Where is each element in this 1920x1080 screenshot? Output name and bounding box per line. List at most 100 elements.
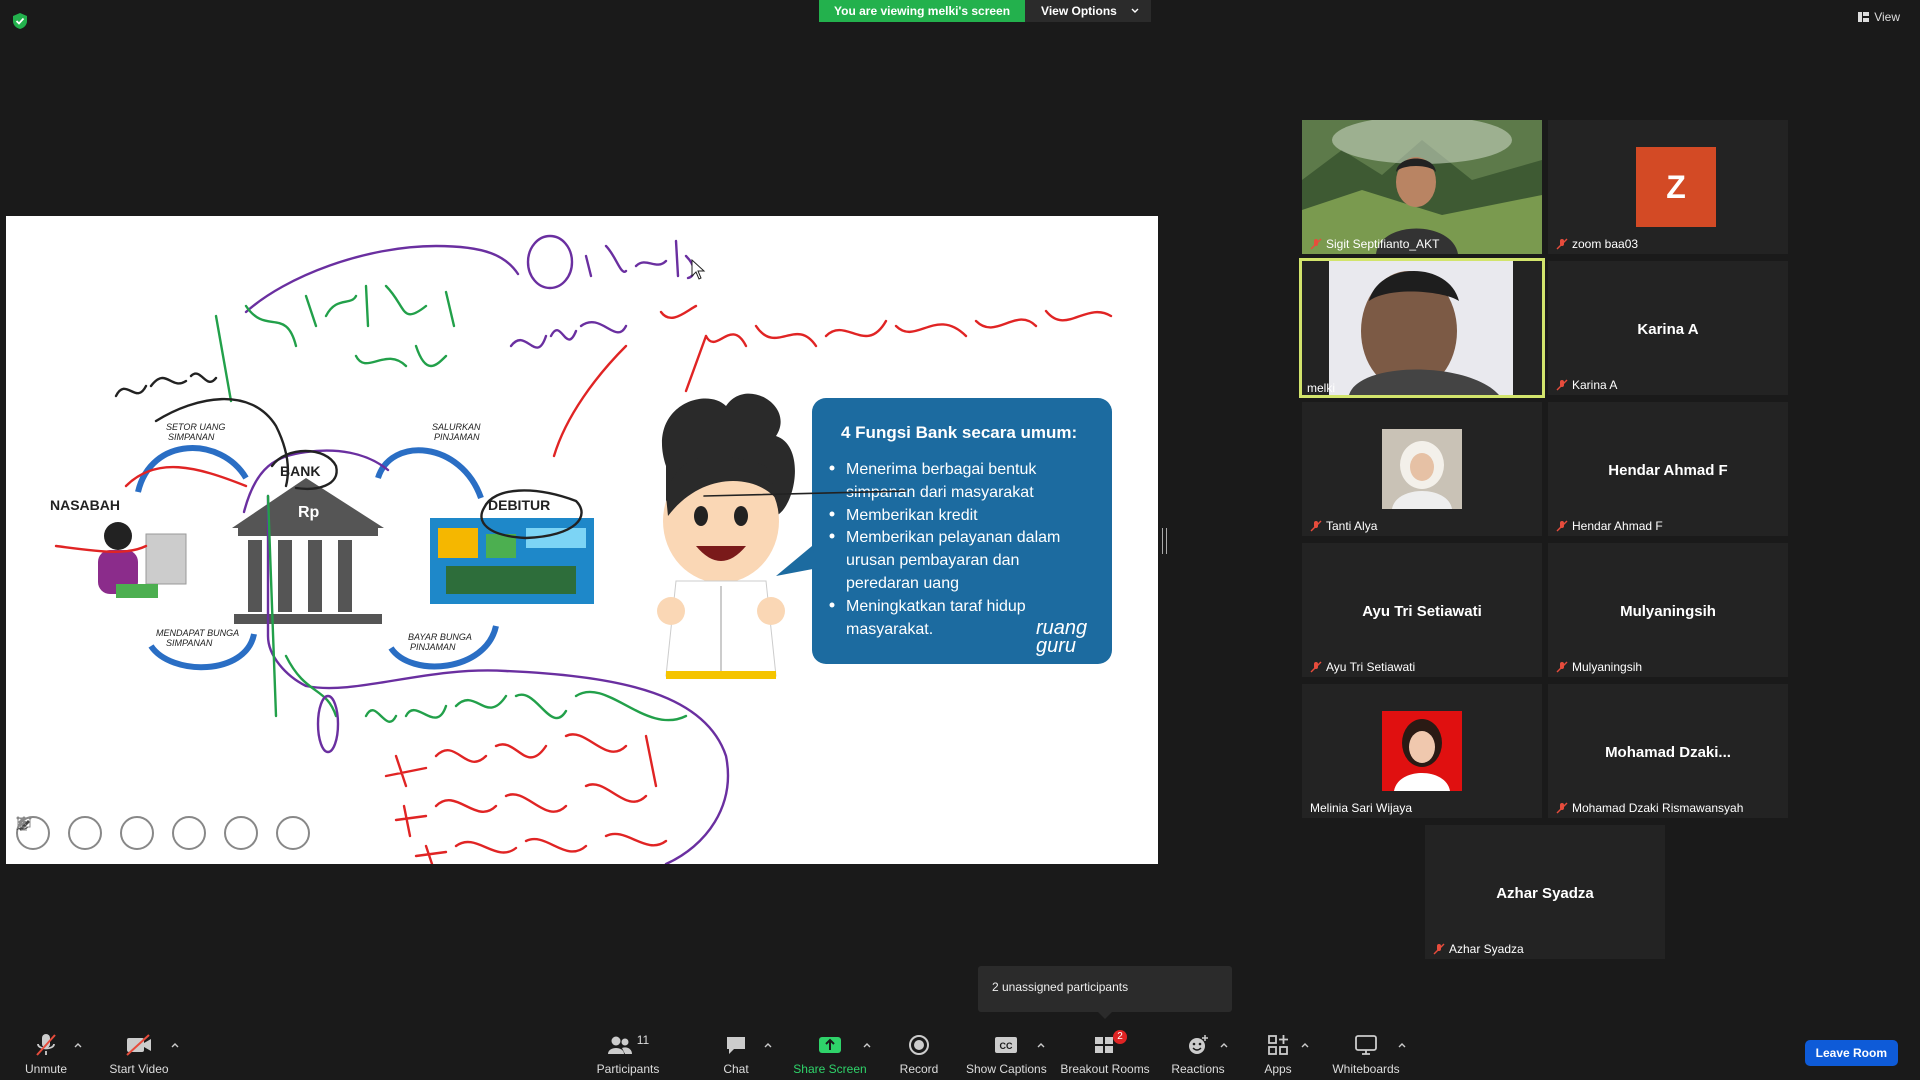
nasabah-label: NASABAH [50,497,120,513]
participant-tile-active-speaker[interactable]: melki [1299,258,1545,398]
mic-muted-icon [1433,943,1445,955]
participant-tile[interactable]: Karina A Karina A [1548,261,1788,395]
shield-icon[interactable] [12,12,28,30]
chevron-up-icon[interactable] [73,1040,83,1050]
chevron-up-icon[interactable] [1036,1040,1046,1050]
avatar: Z [1636,147,1716,227]
shared-screen[interactable]: 4 Fungsi Bank secara umum: Menerima berb… [6,216,1158,864]
video-off-icon [126,1034,151,1056]
mouse-cursor [691,258,706,280]
apps-label: Apps [1264,1062,1292,1076]
participant-tile[interactable]: Azhar Syadza Azhar Syadza [1425,825,1665,959]
mic-muted-icon [1556,661,1568,673]
profile-photo [1382,429,1462,509]
bank-building: Rp BANK [232,463,384,624]
end-show-button[interactable] [17,816,310,850]
flow-label: SIMPANAN [166,638,213,648]
participant-display-name: Azhar Syadza [1496,885,1594,902]
participant-name: Karina A [1556,378,1617,392]
participant-tile[interactable]: Melinia Sari Wijaya [1302,684,1542,818]
grid-view-icon [1858,12,1870,22]
record-button[interactable]: Record [894,1032,944,1076]
nasabah-figure [98,522,187,598]
show-captions-button[interactable]: CC Show Captions [966,1032,1047,1076]
participant-display-name: Mohamad Dzaki... [1605,744,1731,761]
debitur-illustration [430,518,594,604]
participant-tile[interactable]: Hendar Ahmad F Hendar Ahmad F [1548,402,1788,536]
flow-label: MENDAPAT BUNGA [156,628,239,638]
bullet-line: Menerima berbagai bentuk [846,461,1037,478]
participant-name-text: Azhar Syadza [1449,942,1524,956]
participant-tile[interactable]: Ayu Tri Setiawati Ayu Tri Setiawati [1302,543,1542,677]
chevron-up-icon[interactable] [1397,1040,1407,1050]
reactions-button[interactable]: Reactions [1166,1032,1230,1076]
flow-label: SETOR UANG [166,422,225,432]
participant-tile[interactable]: Tanti Alya [1302,402,1542,536]
video-feed [1302,120,1542,254]
breakout-rooms-button[interactable]: 2 Breakout Rooms [1060,1030,1150,1076]
unmute-label: Unmute [24,1062,68,1076]
closed-captions-icon: CC [995,1037,1017,1053]
participant-name: Sigit Septifianto_AKT [1310,237,1439,251]
chevron-up-icon[interactable] [862,1040,872,1050]
bullet-line: masyarakat. [846,621,933,638]
chevron-up-icon[interactable] [170,1040,180,1050]
participant-name-text: zoom baa03 [1572,237,1639,251]
participant-display-name: Mulyaningsih [1620,603,1716,620]
more-options-button[interactable] [16,816,258,850]
flow-label: PINJAMAN [434,432,480,442]
bullet-line: Meningkatkan taraf hidup [846,598,1026,615]
participant-tile[interactable]: Mohamad Dzaki... Mohamad Dzaki Rismawans… [1548,684,1788,818]
participant-name: Ayu Tri Setiawati [1310,660,1415,674]
reactions-label: Reactions [1171,1062,1225,1076]
participants-button[interactable]: 11 Participants [592,1032,664,1076]
mic-muted-icon [36,1034,56,1056]
participant-name-text: Mulyaningsih [1572,660,1643,674]
mic-muted-icon [1556,379,1568,391]
split-resize-handle[interactable] [1162,528,1167,554]
participant-name: Mulyaningsih [1556,660,1642,674]
participant-tile[interactable]: Sigit Septifianto_AKT [1302,120,1542,254]
participant-tile[interactable]: Mulyaningsih Mulyaningsih [1548,543,1788,677]
participant-display-name: Ayu Tri Setiawati [1362,603,1482,620]
apps-button[interactable]: Apps [1254,1032,1302,1076]
unmute-button[interactable]: Unmute [16,1032,76,1076]
next-slide-button[interactable] [19,816,102,850]
share-screen-button[interactable]: Share Screen [792,1032,868,1076]
sharing-banner: You are viewing melki's screen View Opti… [819,0,1151,22]
chevron-up-icon[interactable] [763,1040,773,1050]
flow-label: BAYAR BUNGA [408,632,472,642]
participants-label: Participants [596,1062,660,1076]
mic-muted-icon [1556,238,1568,250]
view-button[interactable]: View [1858,10,1900,24]
slide-sorter-button[interactable] [17,816,206,850]
participant-name: melki [1307,381,1335,395]
chevron-down-icon [1131,8,1139,13]
whiteboards-label: Whiteboards [1332,1062,1400,1076]
emoji-add-icon [1189,1035,1208,1054]
participant-name: Hendar Ahmad F [1556,519,1663,533]
chat-button[interactable]: Chat [712,1032,760,1076]
mic-muted-icon [1556,802,1568,814]
leave-room-button[interactable]: Leave Room [1804,1040,1898,1066]
start-video-label: Start Video [109,1062,169,1076]
mic-muted-icon [1310,661,1322,673]
chevron-up-icon[interactable] [1300,1040,1310,1050]
mic-muted-icon [1310,238,1322,250]
brand-guru: guru [1036,635,1076,657]
participant-name-text: Karina A [1572,378,1618,392]
view-options-button[interactable]: View Options [1025,0,1151,22]
view-options-label: View Options [1041,4,1117,18]
participant-tile[interactable]: Z zoom baa03 [1548,120,1788,254]
participant-display-name: Hendar Ahmad F [1608,462,1728,479]
chevron-up-icon[interactable] [1219,1040,1229,1050]
flow-label: SALURKAN [432,422,481,432]
screen-close-icon [17,817,31,828]
whiteboard-icon [1355,1035,1377,1055]
whiteboards-button[interactable]: Whiteboards [1326,1032,1406,1076]
view-label: View [1874,10,1900,24]
start-video-button[interactable]: Start Video [104,1032,174,1076]
pen-tool-button[interactable] [16,816,154,850]
participant-name: Tanti Alya [1310,519,1377,533]
breakout-badge: 2 [1113,1030,1127,1044]
